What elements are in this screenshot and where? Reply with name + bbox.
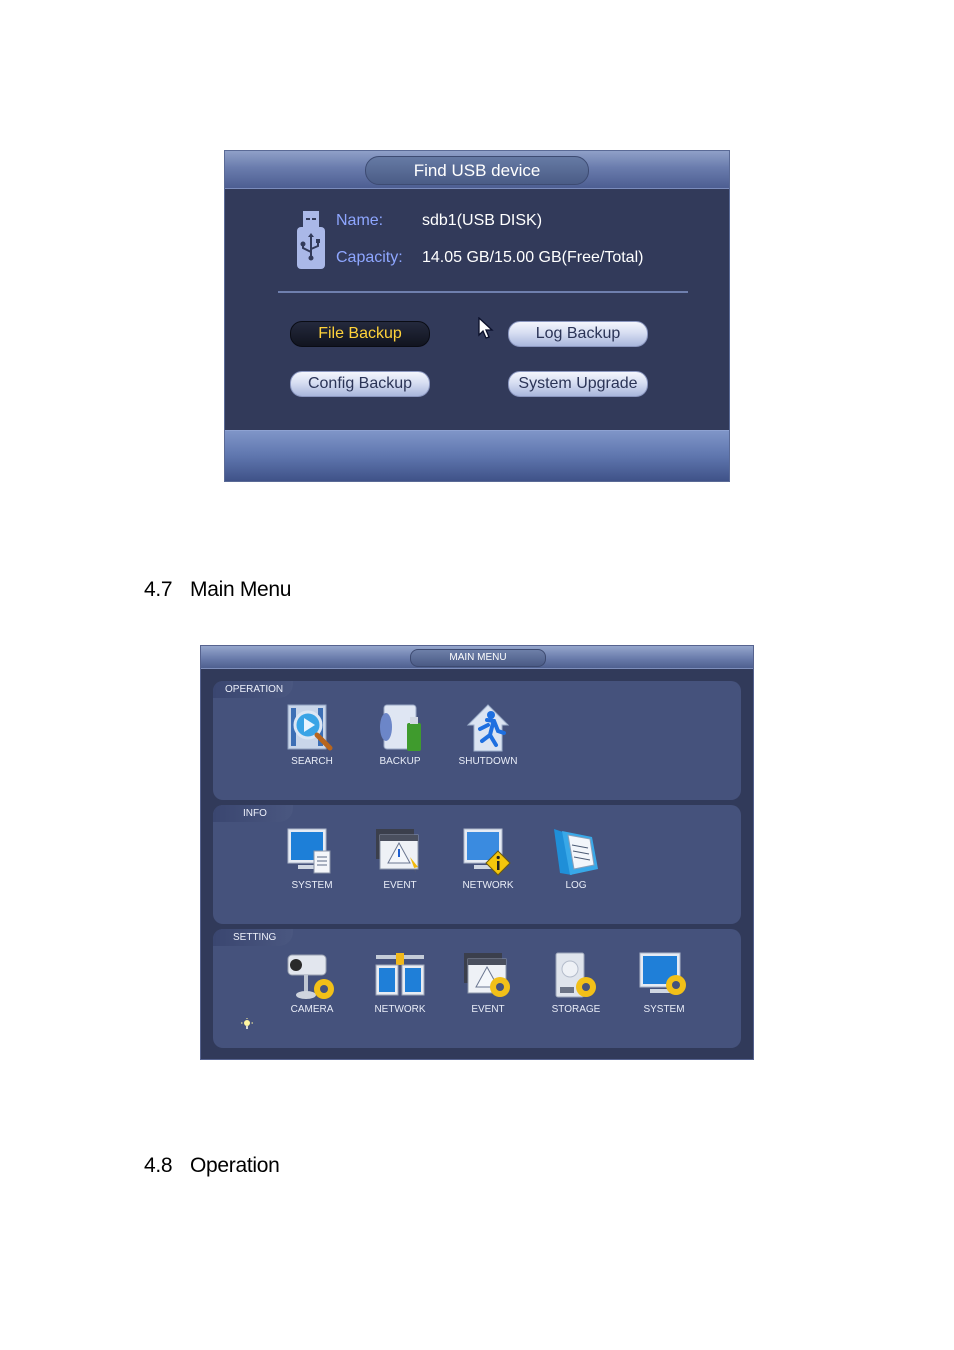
heading-title: Operation [190, 1154, 280, 1177]
section-label: INFO [243, 808, 267, 819]
menu-item-label: BACKUP [379, 756, 421, 767]
menu-item-info-system[interactable]: SYSTEM [269, 827, 339, 897]
menu-item-label: NETWORK [374, 1004, 426, 1015]
system-setting-icon [639, 952, 686, 995]
event-setting-icon [464, 953, 510, 997]
backup-icon [380, 704, 421, 751]
menu-item-label: EVENT [471, 1004, 505, 1015]
log-backup-button[interactable]: Log Backup [508, 321, 648, 347]
menu-item-label: NETWORK [462, 880, 514, 891]
heading-number: 4.8 [144, 1154, 173, 1177]
setting-section: SETTING CAMERA NETWORK EVENT STORAGE SYS… [213, 929, 741, 1048]
section-heading-operation: 4.8 Operation [144, 1154, 280, 1178]
system-info-icon [287, 828, 331, 874]
divider [278, 291, 688, 293]
capacity-value: 14.05 GB/15.00 GB(Free/Total) [422, 249, 644, 266]
menu-item-label: SYSTEM [643, 1004, 685, 1015]
camera-setting-icon [287, 954, 334, 999]
info-section: INFO SYSTEM EVENT NETWORK LOG [213, 805, 741, 924]
heading-title: Main Menu [190, 578, 292, 601]
usb-drive-icon [297, 211, 325, 269]
menu-item-network-setting[interactable]: NETWORK [357, 951, 427, 1021]
lightbulb-icon[interactable] [241, 1018, 253, 1030]
log-icon [554, 829, 598, 875]
menu-item-camera-setting[interactable]: CAMERA [269, 951, 339, 1021]
menu-item-info-network[interactable]: NETWORK [445, 827, 515, 897]
system-upgrade-button[interactable]: System Upgrade [508, 371, 648, 397]
section-label: OPERATION [225, 684, 284, 695]
name-label: Name: [336, 212, 384, 229]
storage-setting-icon [555, 952, 596, 998]
section-heading-main-menu: 4.7 Main Menu [144, 578, 291, 602]
config-backup-button[interactable]: Config Backup [290, 371, 430, 397]
search-icon [287, 704, 333, 751]
menu-item-info-event[interactable]: EVENT [357, 827, 427, 897]
file-backup-button[interactable]: File Backup [290, 321, 430, 347]
menu-item-event-setting[interactable]: EVENT [445, 951, 515, 1021]
menu-item-shutdown[interactable]: SHUTDOWN [445, 703, 517, 773]
section-tab: INFO [213, 805, 293, 822]
shutdown-icon [466, 704, 510, 752]
event-info-icon [376, 829, 419, 873]
menu-item-storage-setting[interactable]: STORAGE [533, 951, 603, 1021]
menu-item-label: CAMERA [290, 1004, 334, 1015]
dialog-footer [225, 430, 729, 481]
section-tab: SETTING [213, 929, 293, 946]
menu-item-label: LOG [565, 880, 587, 891]
menu-item-label: SEARCH [291, 756, 333, 767]
dialog-title: Find USB device [365, 156, 589, 185]
dialog-header: Find USB device [225, 151, 729, 189]
section-tab: OPERATION [213, 681, 293, 698]
network-info-icon [463, 828, 511, 876]
menu-item-label: SYSTEM [291, 880, 333, 891]
menu-item-log[interactable]: LOG [533, 827, 603, 897]
menu-item-label: STORAGE [551, 1004, 601, 1015]
find-usb-device-dialog: Find USB device Name: sdb1(USB DISK) Cap… [224, 150, 730, 482]
network-setting-icon [375, 953, 425, 996]
menu-item-backup[interactable]: BACKUP [357, 703, 427, 773]
mouse-cursor-icon [478, 317, 494, 339]
menu-item-system-setting[interactable]: SYSTEM [621, 951, 691, 1021]
heading-number: 4.7 [144, 578, 173, 601]
main-menu-window: MAIN MENU OPERATION SEARCH BACKUP SHUTDO… [200, 645, 754, 1060]
menu-item-label: EVENT [383, 880, 417, 891]
main-menu-header: MAIN MENU [201, 646, 753, 669]
main-menu-title: MAIN MENU [410, 649, 546, 667]
operation-section: OPERATION SEARCH BACKUP SHUTDOWN [213, 681, 741, 800]
name-value: sdb1(USB DISK) [422, 212, 543, 229]
menu-item-search[interactable]: SEARCH [269, 703, 339, 773]
capacity-label: Capacity: [336, 249, 403, 266]
menu-item-label: SHUTDOWN [458, 756, 518, 767]
section-label: SETTING [233, 932, 277, 943]
